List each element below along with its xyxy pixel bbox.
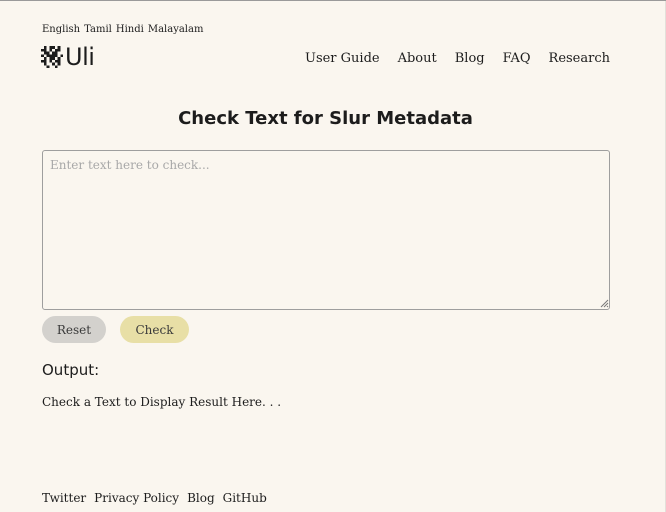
footer-privacy-policy[interactable]: Privacy Policy xyxy=(94,491,179,505)
lang-hindi[interactable]: Hindi xyxy=(116,24,144,35)
output-result: Check a Text to Display Result Here. . . xyxy=(42,395,282,409)
text-input[interactable] xyxy=(42,150,610,310)
lang-english[interactable]: English xyxy=(42,24,80,35)
footer-twitter[interactable]: Twitter xyxy=(42,491,86,505)
footer-links: Twitter Privacy Policy Blog GitHub xyxy=(42,491,267,505)
check-button[interactable]: Check xyxy=(120,316,189,343)
page-title: Check Text for Slur Metadata xyxy=(178,108,473,129)
output-heading: Output: xyxy=(42,361,100,379)
nav-faq[interactable]: FAQ xyxy=(503,51,531,66)
checker-logo-icon xyxy=(41,46,63,68)
lang-malayalam[interactable]: Malayalam xyxy=(148,24,204,35)
nav-research[interactable]: Research xyxy=(549,51,610,66)
language-switcher: English Tamil Hindi Malayalam xyxy=(42,24,203,35)
main-nav: User Guide About Blog FAQ Research xyxy=(305,51,610,66)
lang-tamil[interactable]: Tamil xyxy=(84,24,112,35)
nav-blog[interactable]: Blog xyxy=(455,51,485,66)
logo-link[interactable]: Uli xyxy=(41,43,95,71)
footer-blog[interactable]: Blog xyxy=(187,491,215,505)
nav-user-guide[interactable]: User Guide xyxy=(305,51,380,66)
logo-text: Uli xyxy=(65,43,95,71)
nav-about[interactable]: About xyxy=(398,51,437,66)
footer-github[interactable]: GitHub xyxy=(223,491,267,505)
reset-button[interactable]: Reset xyxy=(42,316,106,343)
resize-handle-icon[interactable] xyxy=(599,298,609,308)
